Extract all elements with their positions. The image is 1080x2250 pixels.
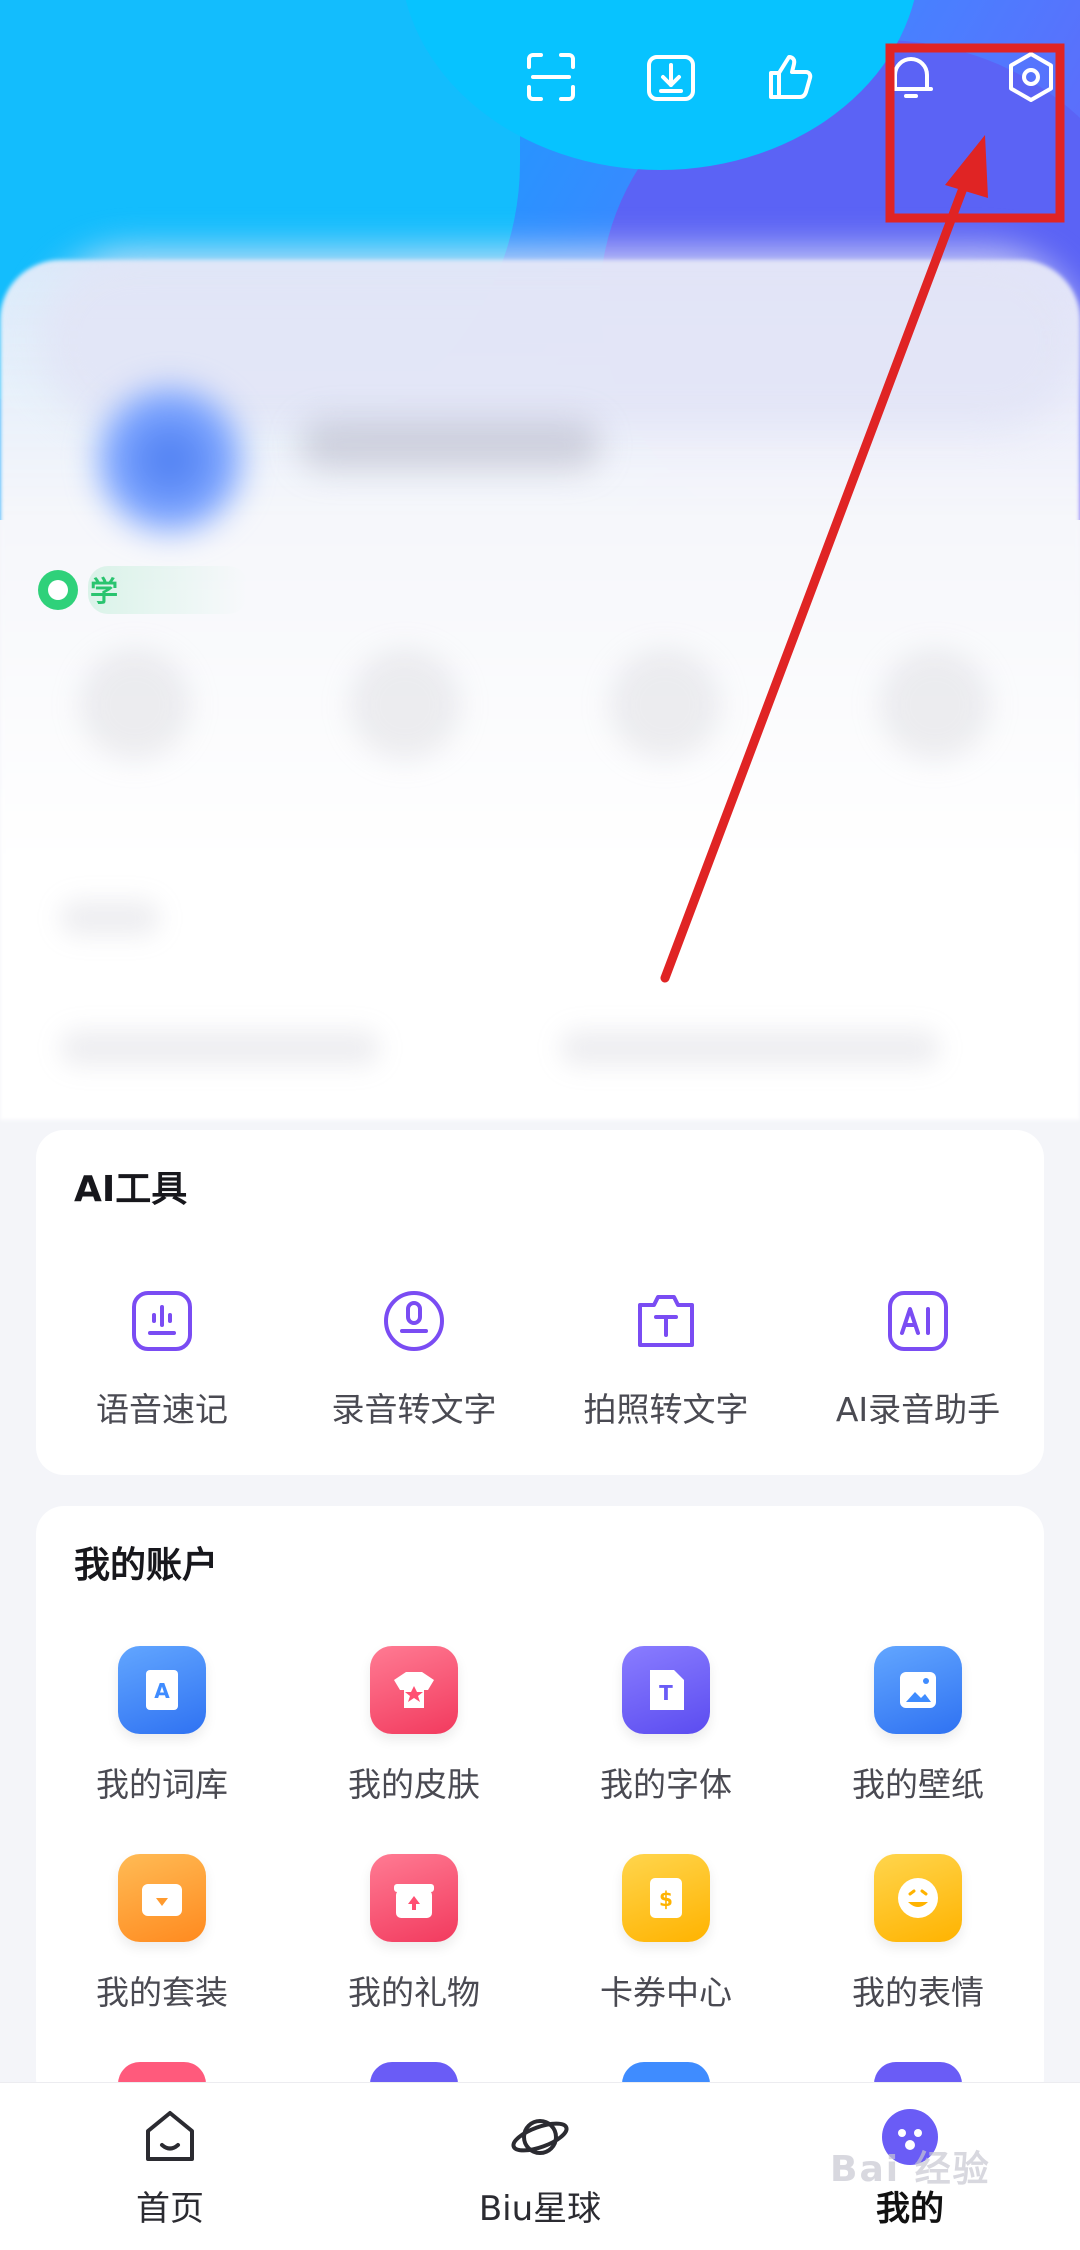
ai-recorder-button[interactable]: AI录音助手 [792,1285,1044,1431]
voice-memo-button[interactable]: 语音速记 [36,1285,288,1431]
svg-text:T: T [659,1681,673,1705]
level-tag[interactable]: 学 [38,566,249,614]
wallpaper-icon [874,1646,962,1734]
nav-planet[interactable]: Biu星球 [340,2083,740,2250]
blurred-text [60,1030,380,1066]
ai-tools-title: AI工具 [74,1169,188,1210]
record-to-text-label: 录音转文字 [331,1390,497,1429]
settings-icon[interactable] [1002,48,1060,106]
account-grid: A 我的词库 我的皮肤 T 我的字体 我的壁纸 我的套装 我的礼物 $ 卡券中心… [36,1646,1044,2062]
font-icon: T [622,1646,710,1734]
photo-to-text-label: 拍照转文字 [583,1390,749,1429]
emoji-icon [874,1854,962,1942]
font-label: 我的字体 [600,1765,732,1804]
home-icon [146,2111,194,2161]
ai-recorder-label: AI录音助手 [835,1390,1001,1429]
gift-button[interactable]: 我的礼物 [288,1854,540,2062]
record-to-text-icon [384,1291,444,1351]
coupon-icon: $ [622,1854,710,1942]
level-tag-label: 学 [88,566,249,614]
svg-text:A: A [154,1679,170,1703]
coupon-label: 卡券中心 [600,1973,732,2012]
account-card: 我的账户 A 我的词库 我的皮肤 T 我的字体 我的壁纸 我的套装 我的礼物 $… [36,1506,1044,2106]
wallpaper-button[interactable]: 我的壁纸 [792,1646,1044,1854]
blurred-text [60,900,160,936]
record-to-text-button[interactable]: 录音转文字 [288,1285,540,1431]
next-row-peek [0,2062,1080,2102]
stat-item[interactable] [80,650,190,760]
svg-text:$: $ [659,1887,673,1911]
photo-to-text-button[interactable]: 拍照转文字 [540,1285,792,1431]
watermark: Bai 经验 [830,2149,991,2190]
emoji-label: 我的表情 [852,1973,984,2012]
ai-recorder-icon [888,1291,948,1351]
lexicon-icon: A [118,1646,206,1734]
planet-icon [511,2119,569,2155]
suite-icon [118,1854,206,1942]
blurred-text [560,1030,940,1066]
nav-home[interactable]: 首页 [0,2083,340,2250]
wallpaper-label: 我的壁纸 [852,1765,984,1804]
stat-item[interactable] [350,650,460,760]
stat-item[interactable] [610,650,720,760]
account-title: 我的账户 [74,1545,219,1586]
user-name [300,420,600,470]
photo-to-text-icon [638,1295,694,1347]
coupon-button[interactable]: $ 卡券中心 [540,1854,792,2062]
header-toolbar [522,48,1060,106]
skin-label: 我的皮肤 [348,1765,480,1804]
level-tag-icon [38,570,78,610]
avatar[interactable] [90,380,250,540]
bell-icon[interactable] [882,48,940,106]
suite-label: 我的套装 [96,1973,228,2012]
emoji-button[interactable]: 我的表情 [792,1854,1044,2062]
suite-button[interactable]: 我的套装 [36,1854,288,2062]
font-button[interactable]: T 我的字体 [540,1646,792,1854]
ai-tools-card: AI工具 语音速记 录音转文字 拍照转文字 AI录音助手 [36,1130,1044,1475]
gift-icon [370,1854,458,1942]
lexicon-label: 我的词库 [96,1765,228,1804]
voice-memo-label: 语音速记 [96,1390,228,1429]
gift-label: 我的礼物 [348,1973,480,2012]
thumbs-up-icon[interactable] [762,48,820,106]
stat-item[interactable] [880,650,990,760]
ai-tools-grid: 语音速记 录音转文字 拍照转文字 AI录音助手 [36,1285,1044,1431]
scan-icon[interactable] [522,48,580,106]
nav-planet-label: Biu星球 [478,2189,602,2229]
lexicon-button[interactable]: A 我的词库 [36,1646,288,1854]
voice-memo-icon [132,1291,192,1351]
download-icon[interactable] [642,48,700,106]
skin-icon [370,1646,458,1734]
nav-home-label: 首页 [136,2189,204,2229]
skin-button[interactable]: 我的皮肤 [288,1646,540,1854]
